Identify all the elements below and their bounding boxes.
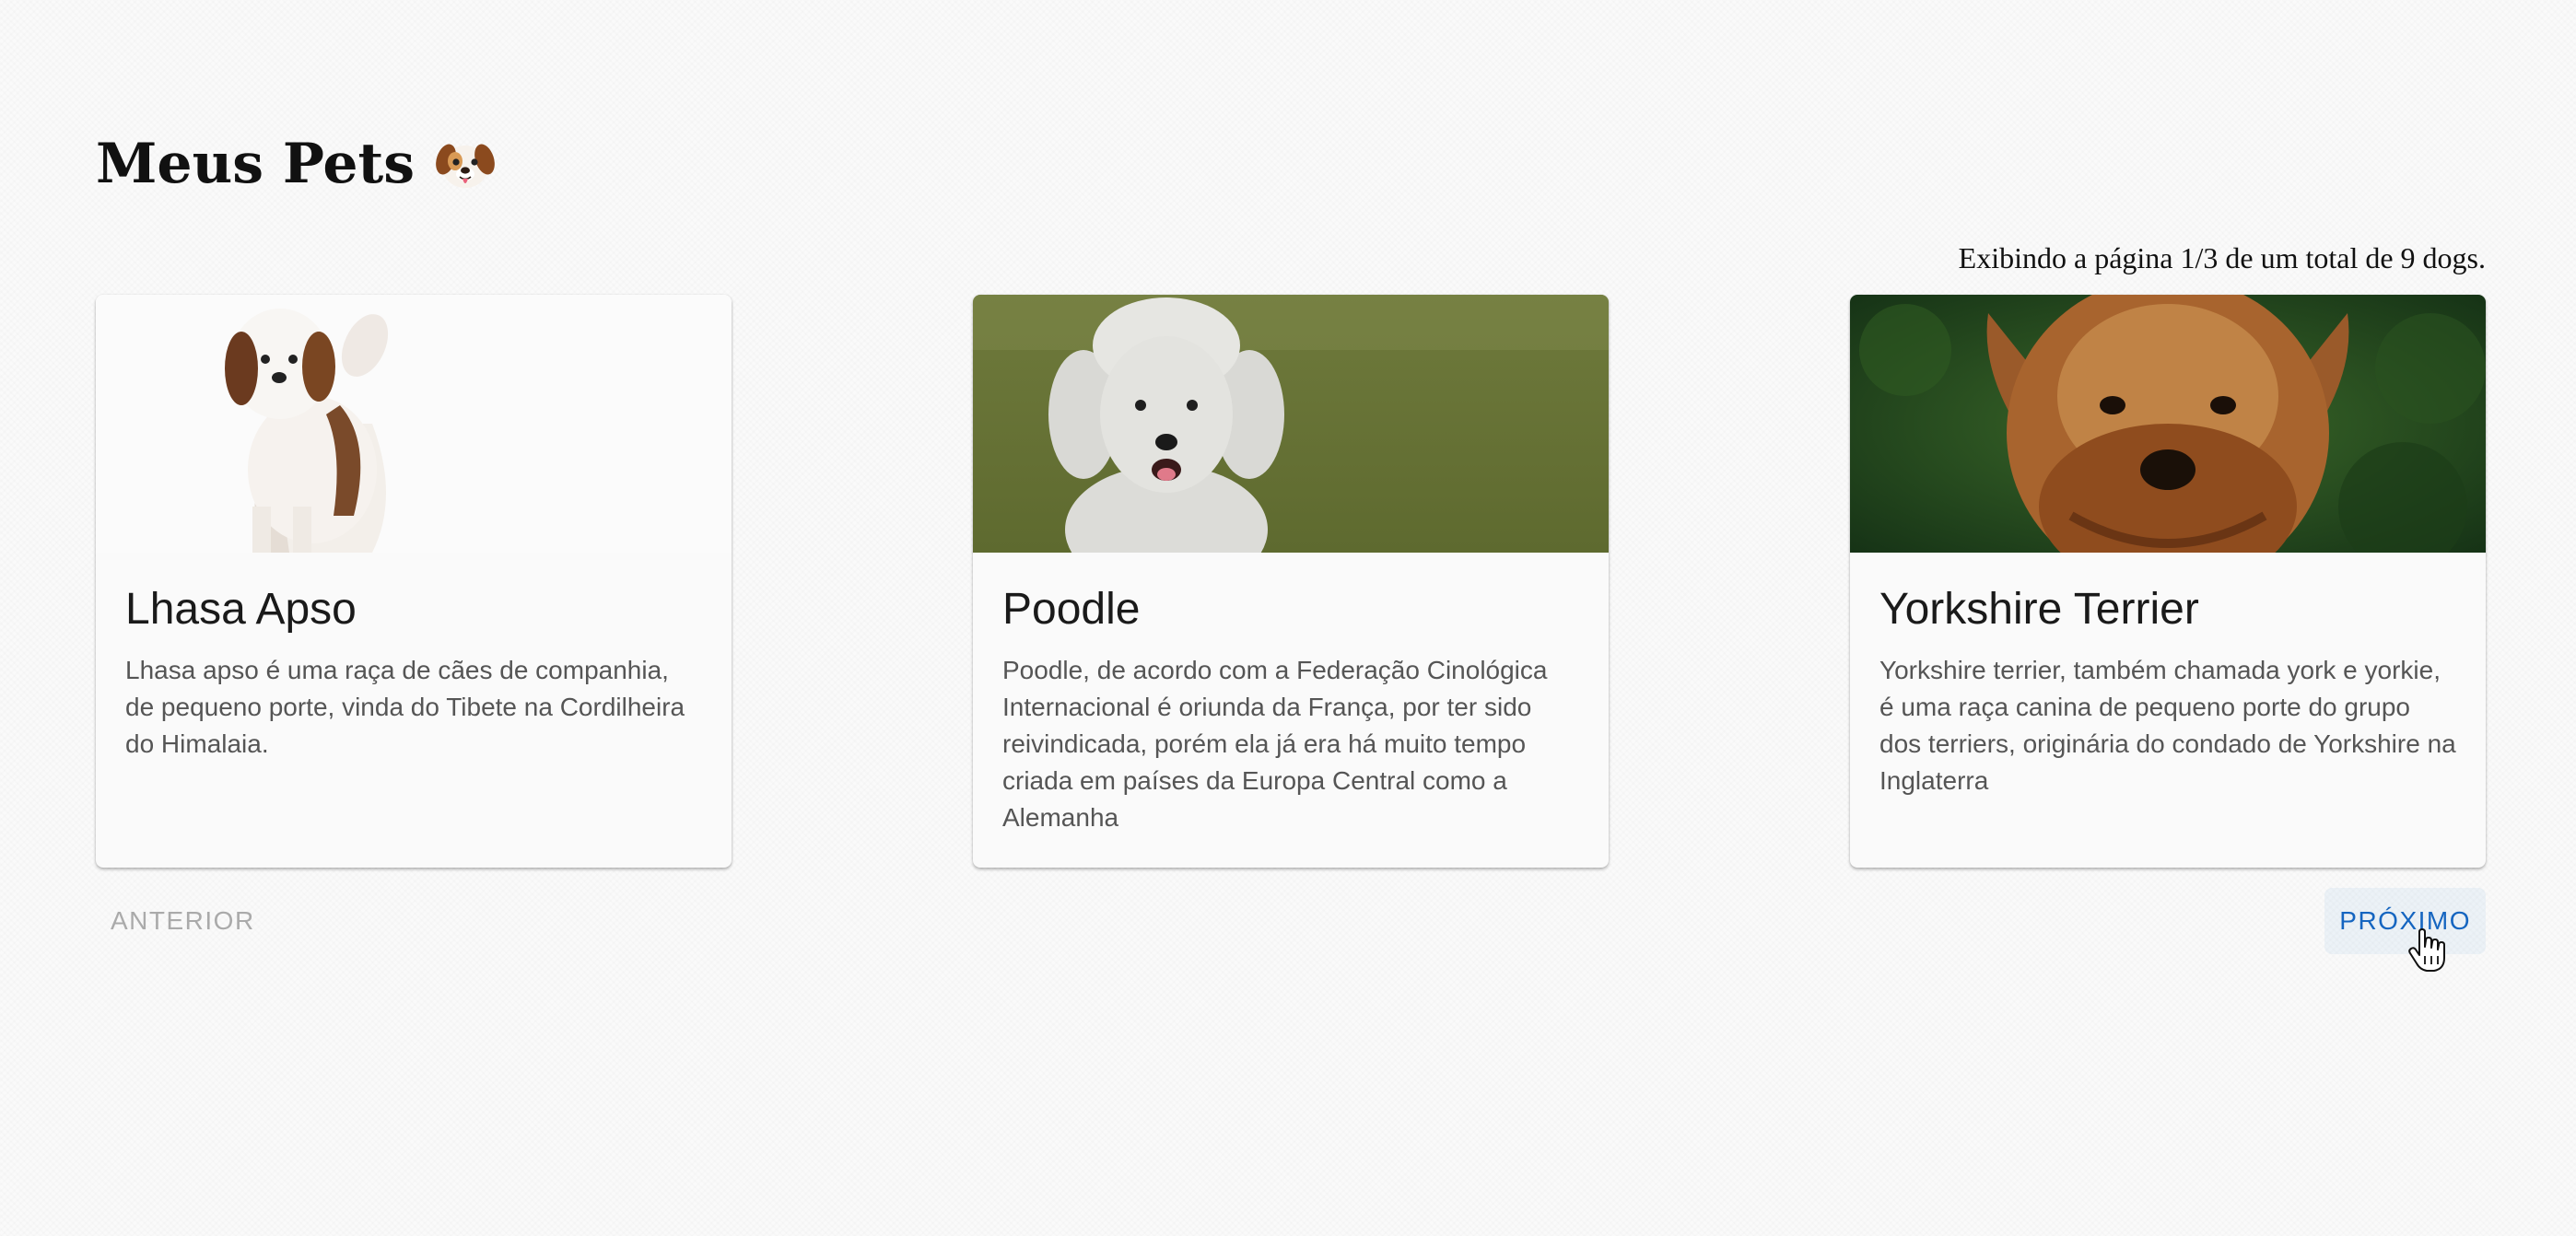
card-content: Lhasa Apso Lhasa apso é uma raça de cães… <box>96 553 732 763</box>
puppy-face-icon <box>435 134 496 194</box>
pagination-status: Exibindo a página 1/3 de um total de 9 d… <box>1958 241 2486 274</box>
page: Meus Pets Exibindo a página 1/3 de um to… <box>96 0 2486 1236</box>
card-content: Poodle Poodle, de acordo com a Federação… <box>973 553 1609 836</box>
next-page-button[interactable]: PRÓXIMO <box>2324 888 2486 954</box>
card-description: Lhasa apso é uma raça de cães de companh… <box>125 656 685 758</box>
card-list: Lhasa Apso Lhasa apso é uma raça de cães… <box>96 295 2486 869</box>
yorkshire-terrier-photo <box>1850 295 2486 553</box>
page-title-text: Meus Pets <box>96 132 416 196</box>
card-description: Yorkshire terrier, também chamada york e… <box>1879 656 2456 795</box>
lhasa-apso-photo <box>96 295 732 553</box>
poodle-photo <box>973 295 1609 553</box>
dog-card: Lhasa Apso Lhasa apso é uma raça de cães… <box>96 295 732 868</box>
dog-card: Yorkshire Terrier Yorkshire terrier, tam… <box>1850 295 2486 868</box>
page-title: Meus Pets <box>96 127 496 201</box>
card-title: Yorkshire Terrier <box>1879 585 2199 634</box>
previous-page-button[interactable]: ANTERIOR <box>96 888 270 954</box>
card-content: Yorkshire Terrier Yorkshire terrier, tam… <box>1850 553 2486 799</box>
dog-card: Poodle Poodle, de acordo com a Federação… <box>973 295 1609 868</box>
card-description: Poodle, de acordo com a Federação Cinoló… <box>1002 656 1548 832</box>
card-title: Poodle <box>1002 585 1141 634</box>
card-title: Lhasa Apso <box>125 585 357 634</box>
